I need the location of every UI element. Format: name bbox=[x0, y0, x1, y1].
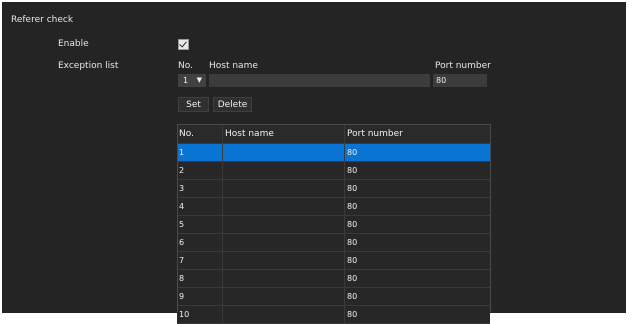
table-row[interactable]: 2 80 bbox=[177, 162, 490, 180]
cell-host-name bbox=[223, 270, 345, 287]
settings-panel: Referer check Enable Exception list No. … bbox=[2, 2, 626, 324]
cell-host-name bbox=[223, 144, 345, 161]
cell-host-name bbox=[223, 162, 345, 179]
table-row[interactable]: 4 80 bbox=[177, 198, 490, 216]
cell-host-name bbox=[223, 198, 345, 215]
no-label: No. bbox=[178, 61, 193, 71]
table-row[interactable]: 10 80 bbox=[177, 306, 490, 324]
header-no: No. bbox=[177, 125, 223, 143]
cell-port-number: 80 bbox=[347, 310, 358, 319]
cell-host-name bbox=[223, 180, 345, 197]
host-name-input[interactable] bbox=[209, 74, 430, 87]
cell-host-name bbox=[223, 252, 345, 269]
table-row[interactable]: 6 80 bbox=[177, 234, 490, 252]
cell-port-number: 80 bbox=[347, 220, 358, 229]
port-number-input[interactable]: 80 bbox=[433, 74, 487, 87]
header-host-name: Host name bbox=[223, 125, 345, 143]
table-row[interactable]: 5 80 bbox=[177, 216, 490, 234]
delete-button[interactable]: Delete bbox=[213, 97, 252, 112]
cell-port-number: 80 bbox=[347, 238, 358, 247]
cell-no: 7 bbox=[177, 252, 223, 269]
set-button[interactable]: Set bbox=[178, 97, 209, 112]
cell-no: 5 bbox=[177, 216, 223, 233]
cell-port-number: 80 bbox=[347, 292, 358, 301]
cell-host-name bbox=[223, 234, 345, 251]
no-select-value: 1 bbox=[183, 76, 189, 85]
table-row[interactable]: 8 80 bbox=[177, 270, 490, 288]
header-port-number: Port number bbox=[347, 129, 403, 139]
cell-no: 3 bbox=[177, 180, 223, 197]
cell-no: 10 bbox=[177, 306, 223, 323]
enable-label: Enable bbox=[58, 39, 89, 49]
table-row[interactable]: 7 80 bbox=[177, 252, 490, 270]
cell-no: 2 bbox=[177, 162, 223, 179]
cell-no: 8 bbox=[177, 270, 223, 287]
cell-port-number: 80 bbox=[347, 256, 358, 265]
cell-no: 9 bbox=[177, 288, 223, 305]
table-row[interactable]: 1 80 bbox=[177, 144, 490, 162]
cell-port-number: 80 bbox=[347, 184, 358, 193]
cell-no: 1 bbox=[177, 144, 223, 161]
cell-no: 6 bbox=[177, 234, 223, 251]
host-name-label: Host name bbox=[209, 61, 258, 71]
cell-port-number: 80 bbox=[347, 202, 358, 211]
chevron-down-icon: ▼ bbox=[196, 76, 202, 84]
exception-table: No. Host name Port number 1 80 2 80 3 80 4 80 5 8… bbox=[177, 124, 490, 324]
cell-port-number: 80 bbox=[347, 148, 358, 157]
section-title: Referer check bbox=[11, 15, 74, 25]
no-select[interactable]: 1 ▼ bbox=[178, 74, 206, 87]
port-number-label: Port number bbox=[435, 61, 491, 71]
cell-port-number: 80 bbox=[347, 274, 358, 283]
enable-checkbox[interactable] bbox=[178, 39, 189, 50]
cell-no: 4 bbox=[177, 198, 223, 215]
cell-host-name bbox=[223, 288, 345, 305]
table-header: No. Host name Port number bbox=[177, 124, 490, 144]
cell-host-name bbox=[223, 216, 345, 233]
table-row[interactable]: 3 80 bbox=[177, 180, 490, 198]
exception-list-label: Exception list bbox=[58, 61, 119, 71]
cell-port-number: 80 bbox=[347, 166, 358, 175]
cell-host-name bbox=[223, 306, 345, 323]
table-row[interactable]: 9 80 bbox=[177, 288, 490, 306]
